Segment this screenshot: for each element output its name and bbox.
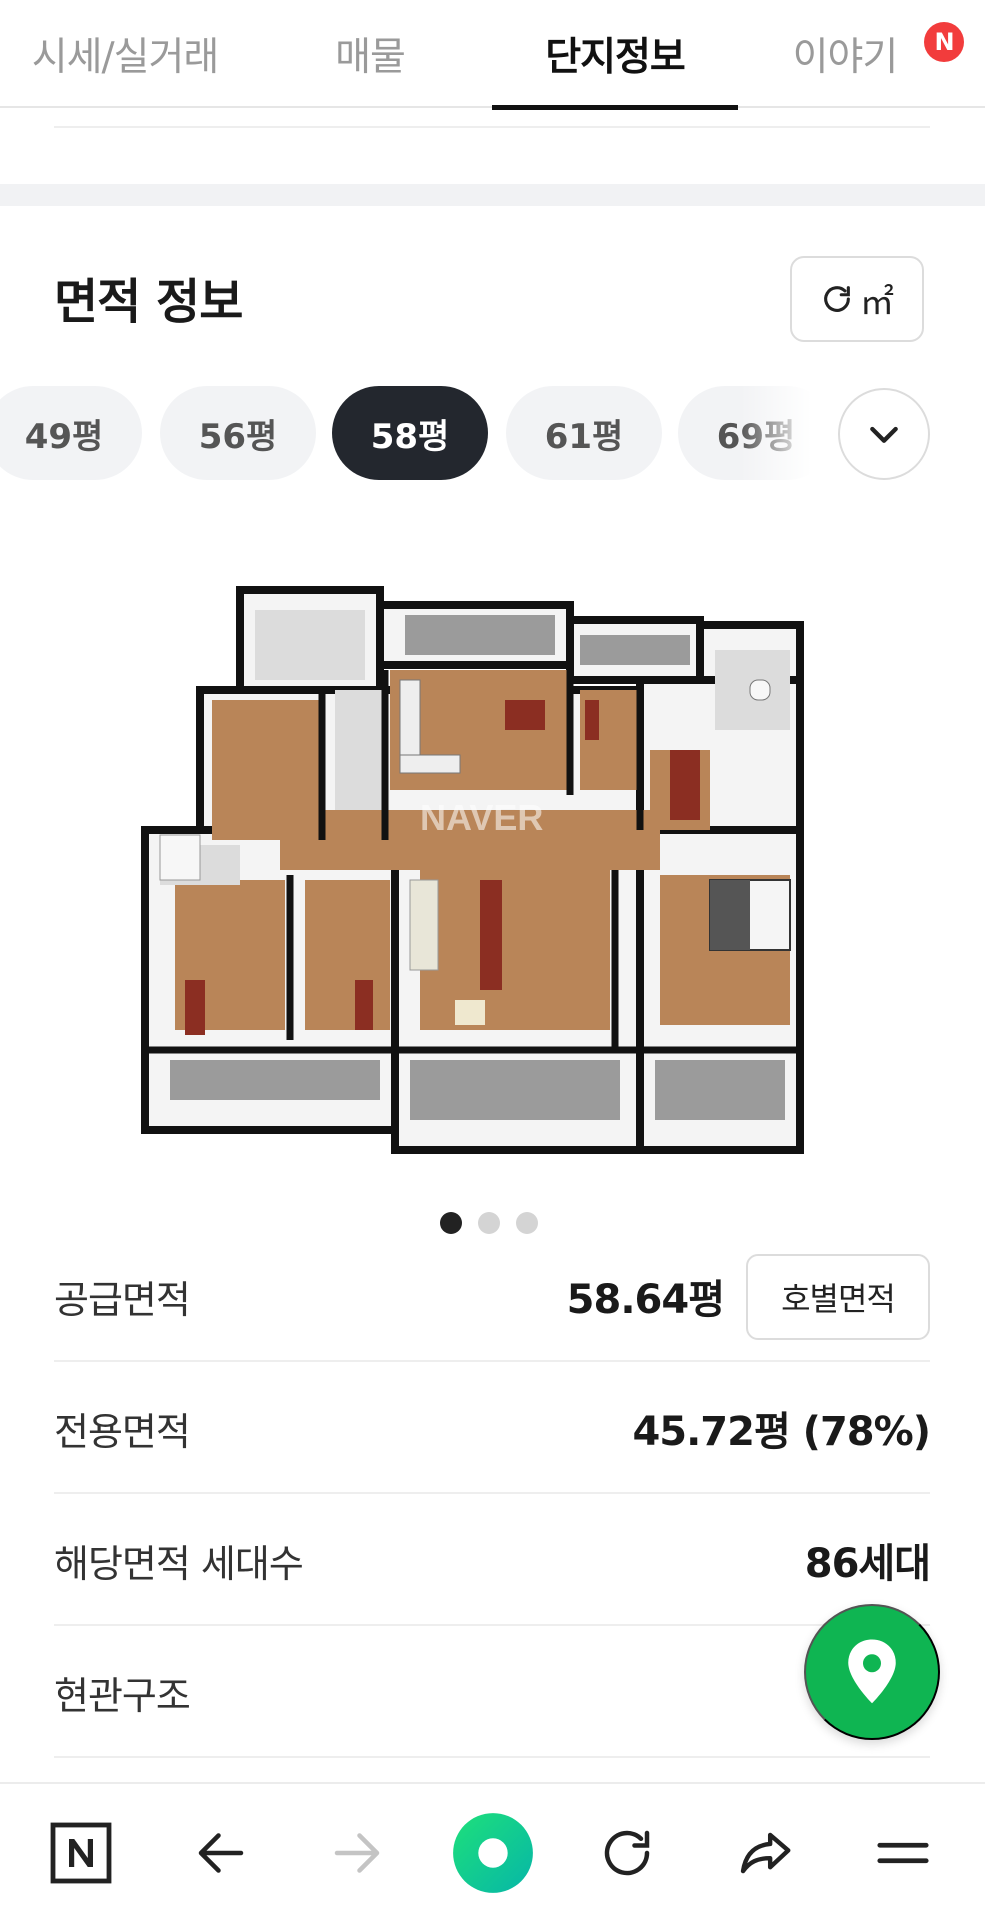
watermark: NAVER	[420, 797, 543, 838]
forward-button[interactable]	[312, 1808, 402, 1898]
divider	[54, 126, 930, 128]
row-label: 전용면적	[54, 1409, 191, 1454]
home-green-icon	[453, 1813, 533, 1893]
tab-market-price[interactable]: 시세/실거래	[0, 0, 250, 108]
area-chip[interactable]: 49평	[0, 386, 142, 480]
top-tab-bar: 시세/실거래 매물 단지정보 이야기 N	[0, 0, 985, 110]
forward-arrow-icon	[334, 1833, 380, 1873]
naver-n-icon	[50, 1822, 112, 1884]
area-chip[interactable]: 61평	[506, 386, 662, 480]
row-value: 45.72평 (78%)	[632, 1409, 931, 1455]
unit-toggle-button[interactable]: ㎡	[790, 256, 924, 342]
share-icon	[740, 1832, 791, 1874]
unit-label: ㎡	[860, 283, 894, 322]
back-arrow-icon	[198, 1833, 244, 1873]
tab-story-label: 이야기	[792, 35, 899, 80]
refresh-icon	[824, 286, 850, 312]
info-row-entrance-type: 현관구조	[54, 1626, 930, 1758]
area-chip-list[interactable]: 49평 56평 58평 61평 69평	[0, 386, 810, 480]
area-chip-selected[interactable]: 58평	[332, 386, 488, 480]
browser-bottom-nav	[0, 1782, 985, 1920]
new-badge: N	[924, 22, 964, 62]
floor-plan-image[interactable]: NAVER	[130, 580, 860, 1160]
menu-icon	[877, 1842, 929, 1864]
row-value: 58.64평	[566, 1277, 725, 1323]
chevron-down-icon	[870, 426, 898, 443]
naver-home-button[interactable]	[36, 1808, 126, 1898]
map-pin-icon	[848, 1639, 896, 1704]
info-row-household-count: 해당면적 세대수 86세대	[54, 1494, 931, 1626]
green-home-button[interactable]	[448, 1808, 538, 1898]
info-row-supply-area: 공급면적 58.64평 호별면적	[54, 1230, 930, 1362]
area-chip[interactable]: 56평	[160, 386, 316, 480]
row-label: 현관구조	[54, 1673, 191, 1718]
row-label: 해당면적 세대수	[54, 1541, 304, 1586]
tab-story[interactable]: 이야기 N	[770, 0, 964, 108]
tab-complex-info[interactable]: 단지정보	[492, 0, 738, 110]
unit-area-button[interactable]: 호별면적	[746, 1254, 930, 1340]
share-button[interactable]	[720, 1808, 810, 1898]
tab-listings[interactable]: 매물	[250, 0, 490, 108]
section-title: 면적 정보	[54, 274, 243, 330]
map-location-button[interactable]	[804, 1604, 940, 1740]
info-row-exclusive-area: 전용면적 45.72평 (78%)	[54, 1362, 931, 1494]
reload-button[interactable]	[582, 1808, 672, 1898]
chip-fade	[740, 386, 830, 480]
row-label: 공급면적	[54, 1277, 191, 1322]
menu-button[interactable]	[858, 1808, 948, 1898]
refresh-icon	[604, 1830, 650, 1876]
back-button[interactable]	[176, 1808, 266, 1898]
section-separator	[0, 184, 985, 206]
expand-chips-button[interactable]	[838, 388, 930, 480]
